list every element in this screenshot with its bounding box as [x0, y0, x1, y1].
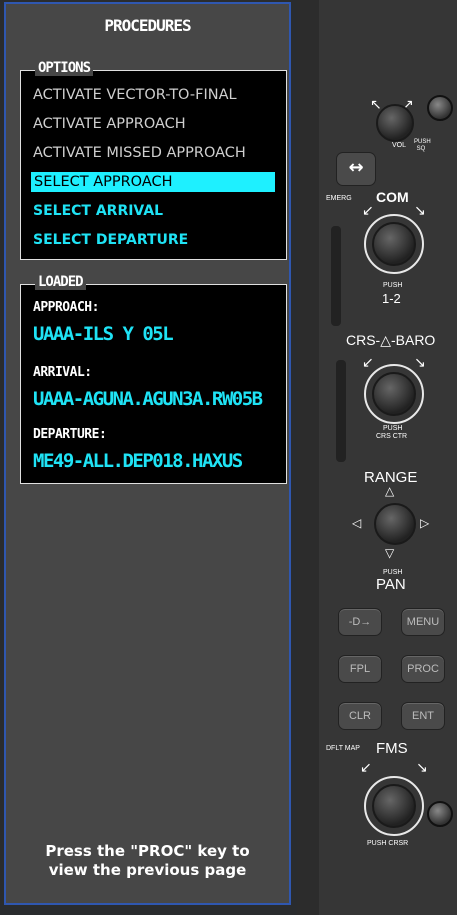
range-knob[interactable] — [374, 503, 416, 545]
dflt-map-label: DFLT MAP — [326, 745, 360, 752]
crs-baro-label: CRS-△-BARO — [346, 332, 436, 348]
com-push-label: PUSH — [383, 282, 403, 289]
footer-line-1: Press the "PROC" key to — [45, 842, 250, 860]
proc-key[interactable]: PROC — [401, 655, 445, 683]
crs-push-sub-label: CRS CTR — [376, 433, 408, 440]
fms-push-label: PUSH CRSR — [367, 840, 409, 847]
emerg-label: EMERG — [326, 195, 352, 202]
departure-value: ME49-ALL.DEP018.HAXUS — [33, 450, 243, 472]
com-push-sub-label: 1-2 — [382, 291, 401, 306]
window-title: PROCEDURES — [104, 16, 191, 35]
fms-label: FMS — [376, 740, 408, 757]
fms-knob[interactable] — [372, 784, 416, 828]
arrival-label: ARRIVAL: — [33, 365, 92, 380]
approach-value: UAAA-ILS Y 05L — [33, 323, 174, 345]
com-slot — [331, 226, 341, 326]
range-down-icon: ▽ — [385, 546, 395, 560]
departure-label: DEPARTURE: — [33, 427, 107, 442]
direct-to-key[interactable]: -D→ — [338, 608, 382, 636]
loaded-legend: LOADED — [35, 274, 86, 290]
vol-label-text: VOL — [392, 142, 407, 149]
bezel-strip — [297, 0, 319, 915]
com-arrow-left-icon: ↙ — [362, 203, 374, 219]
options-legend: OPTIONS — [35, 60, 94, 76]
display-screen: PROCEDURES OPTIONS ACTIVATE VECTOR-TO-FI… — [0, 0, 297, 915]
com-swap-button[interactable]: ↔ — [336, 152, 376, 186]
com-arrow-right-icon: ↘ — [414, 203, 426, 219]
com-knob[interactable] — [372, 222, 416, 266]
range-push-label: PUSH — [383, 569, 403, 576]
options-box: OPTIONS ACTIVATE VECTOR-TO-FINAL ACTIVAT… — [20, 60, 287, 260]
range-up-icon: △ — [385, 484, 395, 498]
footer-hint: Press the "PROC" key to view the previou… — [6, 842, 289, 880]
range-left-icon: ◁ — [352, 516, 362, 530]
pan-label: PAN — [376, 576, 406, 593]
menu-key[interactable]: MENU — [401, 608, 445, 636]
crs-push-label: PUSH — [383, 425, 403, 432]
vol-push-label: PUSH SQ — [414, 139, 431, 152]
fms-small-knob[interactable] — [427, 801, 453, 827]
option-select-arrival[interactable]: SELECT ARRIVAL — [33, 201, 163, 221]
fms-arrow-right-icon: ↘ — [416, 760, 428, 776]
range-right-icon: ▷ — [420, 516, 430, 530]
option-select-approach[interactable]: SELECT APPROACH — [31, 172, 275, 192]
com-label: COM — [376, 189, 409, 205]
arrival-value: UAAA-AGUNA.AGUN3A.RW05B — [33, 388, 263, 410]
crs-knob[interactable] — [372, 372, 416, 416]
crs-arrow-left-icon: ↙ — [362, 355, 374, 371]
footer-line-2: view the previous page — [48, 861, 247, 879]
option-activate-vtf[interactable]: ACTIVATE VECTOR-TO-FINAL — [33, 85, 237, 105]
fpl-key[interactable]: FPL — [338, 655, 382, 683]
vol-small-knob[interactable] — [427, 95, 453, 121]
approach-label: APPROACH: — [33, 300, 99, 315]
fms-arrow-left-icon: ↙ — [360, 760, 372, 776]
loaded-box: LOADED APPROACH: UAAA-ILS Y 05L ARRIVAL:… — [20, 274, 287, 484]
option-activate-missed-approach[interactable]: ACTIVATE MISSED APPROACH — [33, 143, 246, 163]
option-activate-approach[interactable]: ACTIVATE APPROACH — [33, 114, 186, 134]
clr-key[interactable]: CLR — [338, 702, 382, 730]
crs-arrow-right-icon: ↘ — [414, 355, 426, 371]
crs-slot — [336, 360, 346, 462]
ent-key[interactable]: ENT — [401, 702, 445, 730]
vol-label: VOL — [392, 142, 406, 149]
procedures-window: PROCEDURES OPTIONS ACTIVATE VECTOR-TO-FI… — [4, 2, 291, 905]
vol-knob[interactable] — [376, 104, 414, 142]
option-select-departure[interactable]: SELECT DEPARTURE — [33, 230, 188, 250]
